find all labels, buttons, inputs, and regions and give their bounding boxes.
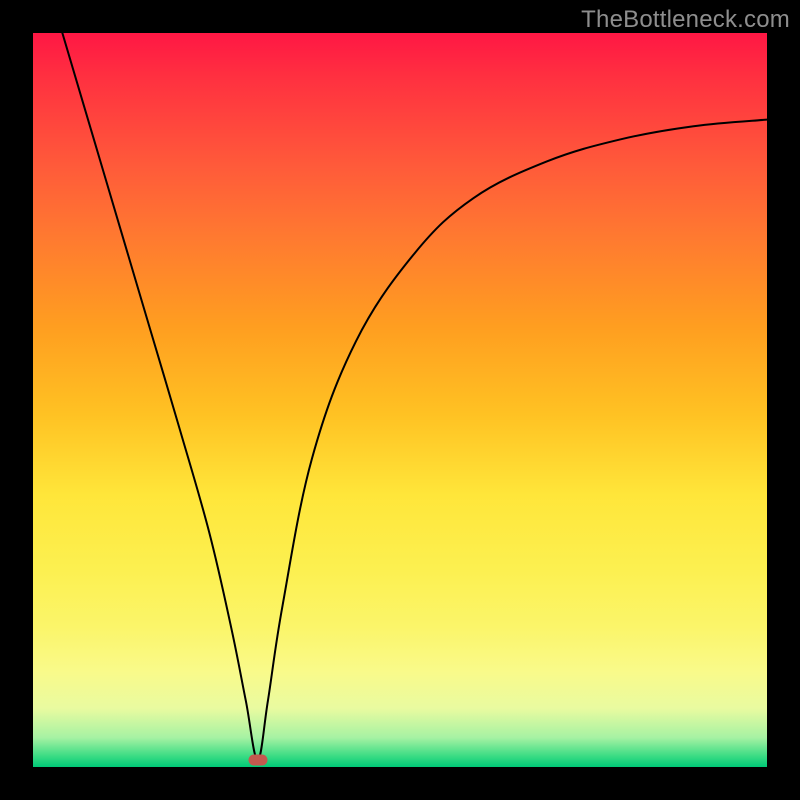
curve-svg: [33, 33, 767, 767]
minimum-marker: [248, 754, 267, 765]
plot-area: [33, 33, 767, 767]
chart-frame: TheBottleneck.com: [0, 0, 800, 800]
bottleneck-curve-path: [62, 33, 767, 760]
watermark-text: TheBottleneck.com: [581, 6, 790, 34]
